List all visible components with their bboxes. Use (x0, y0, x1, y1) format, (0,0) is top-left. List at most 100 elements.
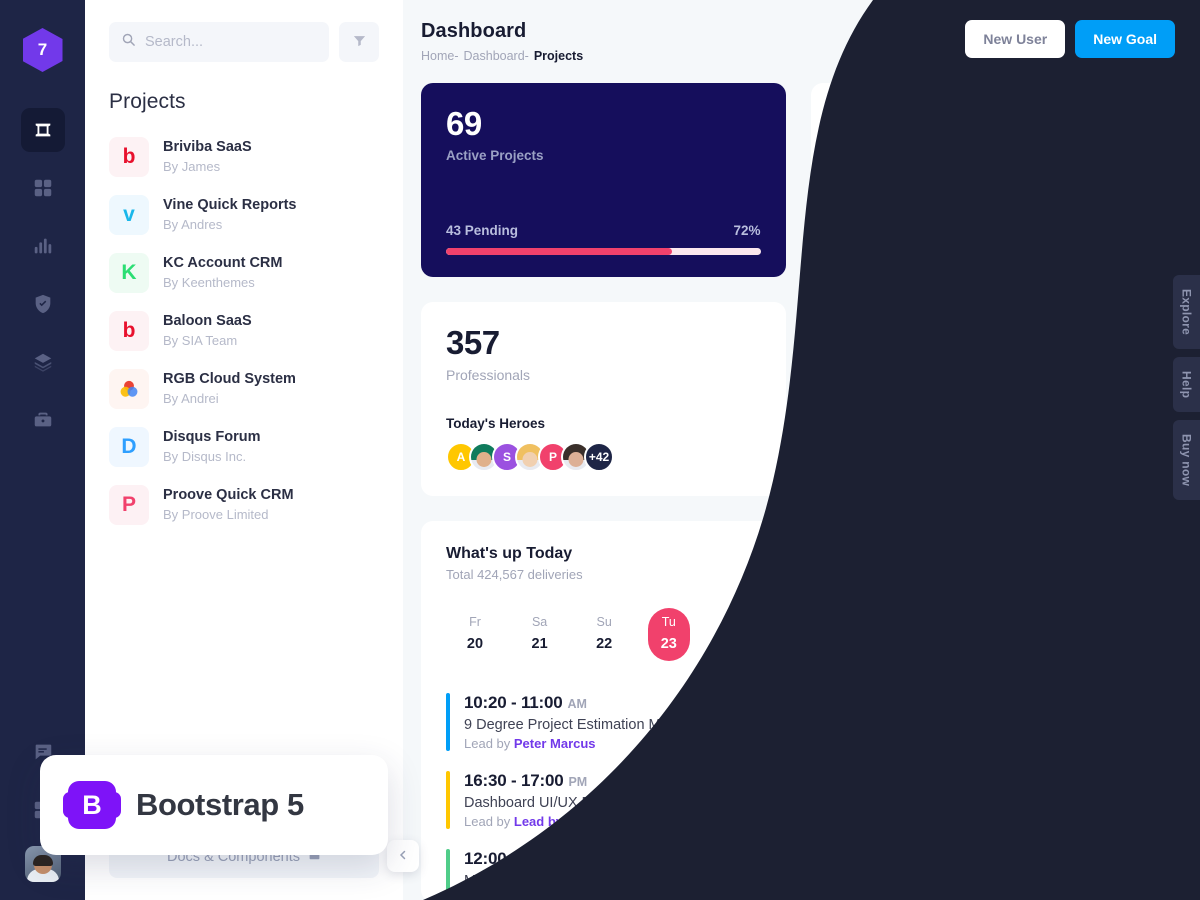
project-author: By Disqus Inc. (163, 449, 247, 465)
rail-item-security[interactable] (21, 282, 65, 326)
event-lead: Lead by Peter Marcus (464, 736, 700, 751)
project-list-item[interactable]: K KC Account CRM By Keenthemes (109, 244, 379, 302)
avatar-hair (32, 854, 53, 866)
day-cell[interactable]: Sa 21 (519, 608, 561, 661)
bootstrap-promo-badge[interactable]: B Bootstrap 5 (40, 755, 388, 855)
day-weekday: Tu (726, 615, 741, 629)
earnings-card: $ 69,700 ↑2.2% Projects Earnings in Apri… (810, 83, 1175, 277)
event-lead: Lead by Lead by Bob (464, 814, 678, 829)
event-body: 10:20 - 11:00 AM 9 Degree Project Estimati… (464, 693, 700, 751)
filter-button[interactable] (339, 22, 379, 62)
highlight-label: Avg. Client Rating (835, 370, 948, 386)
event-time: 16:30 - 17:00 (464, 771, 564, 790)
day-number: 25 (789, 636, 807, 652)
earnings-legend: Leaf CRM Mivy App Others (919, 187, 1005, 261)
event-view-button[interactable]: View (1085, 784, 1150, 816)
report-center-button[interactable]: Report Cecnter (1020, 545, 1150, 579)
day-weekday: Fri (919, 615, 935, 629)
page-heading-group: Dashboard Home- Dashboard- Projects (421, 20, 583, 63)
event-lead-link[interactable]: Peter Marcus (514, 736, 596, 751)
trend-arrow-icon: ↗ (1082, 370, 1094, 385)
day-cell[interactable]: Th 26 (842, 608, 884, 661)
side-tab[interactable]: Help (1173, 357, 1200, 413)
new-goal-button[interactable]: New Goal (1075, 20, 1175, 58)
event-meridiem: AM (567, 697, 587, 711)
project-list-item[interactable]: b Baloon SaaS By SIA Team (109, 302, 379, 360)
new-user-button[interactable]: New User (965, 20, 1066, 58)
day-number: 26 (854, 636, 871, 652)
project-logo-icon: v (109, 195, 149, 235)
side-tab[interactable]: Buy now (1173, 420, 1200, 501)
whats-up-header: What's up Today Total 424,567 deliveries… (446, 545, 1150, 582)
rail-item-grid[interactable] (21, 166, 65, 210)
event-time-row: 16:30 - 17:00 PM (464, 771, 678, 791)
breadcrumb-item[interactable]: Home- (421, 49, 459, 63)
project-name: RGB Cloud System (163, 370, 296, 387)
legend-swatch-icon (919, 222, 931, 226)
project-list-item[interactable]: v Vine Quick Reports By Andres (109, 186, 379, 244)
event-lead-prefix: Lead by (464, 814, 511, 829)
project-text: RGB Cloud System By Andrei (163, 370, 296, 409)
event-title: Dashboard UI/UX Design Review (464, 795, 679, 811)
collapse-sidebar-button[interactable] (387, 840, 419, 872)
main-content: Dashboard Home- Dashboard- Projects New Us… (403, 0, 1200, 900)
legend-swatch-icon (919, 251, 931, 255)
highlight-denominator: /10 (1129, 370, 1150, 386)
project-logo-icon: D (109, 427, 149, 467)
day-weekday: Th (855, 615, 870, 629)
day-number: 23 (660, 636, 677, 652)
earnings-chart-area: Leaf CRM Mivy App Others $7,660 $2,820 $45,2… (836, 187, 1150, 261)
side-tab[interactable]: Explore (1173, 275, 1200, 350)
day-cell[interactable]: Fri 27 (906, 608, 948, 661)
project-list-item[interactable]: b Briviba SaaS By James (109, 128, 379, 186)
search-box[interactable] (109, 22, 329, 62)
rail-item-briefcase[interactable] (21, 398, 65, 442)
project-name: Disqus Forum (163, 428, 261, 445)
bootstrap-logo-icon: B (68, 781, 116, 829)
day-cell[interactable]: Tu 23 (647, 608, 690, 661)
day-cell[interactable]: Su 22 (583, 608, 625, 661)
legend-swatch-icon (919, 193, 931, 197)
day-cell[interactable]: Tu 24 (712, 608, 754, 661)
project-logo-icon (109, 369, 149, 409)
app-logo-badge[interactable]: 7 (22, 28, 63, 72)
rail-icon-list (20, 108, 65, 442)
search-input[interactable] (145, 34, 317, 50)
day-number: 27 (919, 636, 936, 652)
event-view-button[interactable]: View (1085, 706, 1150, 738)
day-cell[interactable]: Fr 20 (454, 608, 496, 661)
project-list-item[interactable]: D Disqus Forum By Disqus Inc. (109, 418, 379, 476)
day-cell[interactable]: Sa 28 (971, 608, 1013, 661)
rail-item-box[interactable] (20, 108, 65, 152)
avatar-face (568, 451, 584, 467)
rail-item-layers[interactable] (21, 340, 65, 384)
hero-avatar[interactable]: +42 (584, 442, 614, 472)
breadcrumb-item: Projects (533, 49, 584, 63)
whats-up-card: What's up Today Total 424,567 deliveries… (421, 521, 1175, 900)
rail-item-analytics[interactable] (21, 224, 65, 268)
bootstrap-logo-letter: B (82, 789, 102, 820)
project-text: Vine Quick Reports By Andres (163, 196, 297, 235)
event-color-bar (446, 771, 450, 829)
breadcrumb-item[interactable]: Dashboard- (464, 49, 529, 63)
day-weekday: Su (596, 615, 612, 629)
highlight-row: Avg. Client Rating ↗ 7.8/10 (835, 357, 1150, 400)
event-lead-link[interactable]: Lead by Bob (514, 814, 592, 829)
day-cell[interactable]: We 25 (777, 608, 819, 661)
event-view-button[interactable]: View (1085, 854, 1150, 887)
project-list-item[interactable]: P Proove Quick CRM By Proove Limited (109, 476, 379, 534)
project-logo-icon: b (109, 137, 149, 177)
earnings-donut-chart (837, 195, 896, 253)
project-name: Baloon SaaS (163, 312, 252, 329)
day-cell[interactable]: Su 29 (1035, 608, 1077, 661)
professionals-count: 357 (446, 324, 500, 361)
project-author: By Andrei (163, 391, 219, 407)
day-cell[interactable]: Mo 30 (1100, 608, 1142, 661)
dashboard-app: 7 Search... Projects b Briviba SaaS By J… (0, 0, 1200, 900)
earnings-amount: 69,700 (852, 107, 945, 142)
earnings-amounts: $7,660 $2,820 $45,257 (1099, 187, 1150, 261)
active-projects-count: 69 (446, 105, 482, 142)
project-list-item[interactable]: RGB Cloud System By Andrei (109, 360, 379, 418)
day-number: 21 (531, 636, 548, 652)
project-name: KC Account CRM (163, 254, 283, 271)
